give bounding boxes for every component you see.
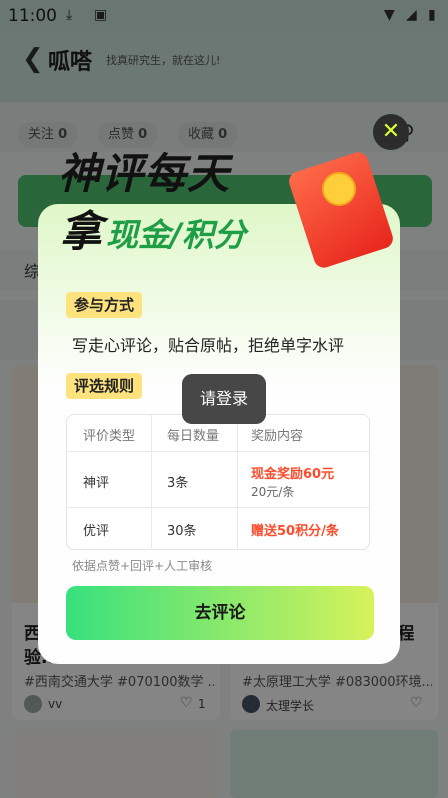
table-cell-type: 优评 [83, 524, 110, 539]
table-cell-reward: 现金奖励60元 [251, 467, 335, 482]
login-toast: 请登录 [182, 374, 266, 424]
promo-headline-line2-prefix: 拿 [60, 207, 104, 256]
section-label-rules: 评选规则 [66, 373, 143, 399]
close-icon[interactable]: ✕ [373, 114, 409, 150]
table-cell-count: 3条 [167, 476, 189, 491]
go-comment-button[interactable]: 去评论 [66, 586, 374, 640]
coin-icon [322, 172, 356, 206]
participate-text: 写走心评论，贴合原帖，拒绝单字水评 [72, 336, 345, 355]
rules-table: 评价类型 每日数量 奖励内容 神评 3条 现金奖励60元 20元/条 优评 30… [66, 414, 370, 550]
promo-headline-line1: 神评每天 [58, 149, 231, 198]
table-header: 奖励内容 [251, 429, 304, 444]
promo-headline-highlight: 现金/积分 [106, 216, 246, 254]
table-header: 评价类型 [83, 429, 136, 444]
table-cell-count: 30条 [167, 524, 197, 539]
section-label-participate: 参与方式 [66, 292, 143, 318]
table-header: 每日数量 [167, 429, 220, 444]
rules-note: 依据点赞+回评+人工审核 [72, 559, 213, 573]
table-cell-reward: 赠送50积分/条 [251, 524, 339, 539]
table-cell-reward-sub: 20元/条 [251, 485, 295, 499]
table-cell-type: 神评 [83, 476, 110, 491]
